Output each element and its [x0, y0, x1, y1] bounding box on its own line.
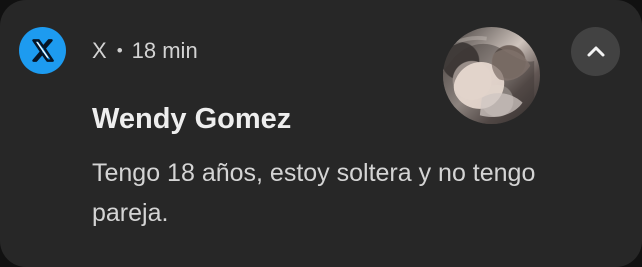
- notification-card[interactable]: X • 18 min Wendy Gomez Tengo 18 años, es…: [0, 0, 642, 267]
- notification-time: 18 min: [131, 38, 198, 63]
- notification-header: X • 18 min: [92, 37, 198, 65]
- notification-message: Tengo 18 años, estoy soltera y no tengo …: [92, 159, 536, 227]
- header-separator: •: [116, 41, 123, 60]
- chevron-up-icon: [587, 46, 604, 56]
- collapse-button[interactable]: [571, 27, 620, 76]
- x-logo-icon: [32, 39, 54, 62]
- sender-name: Wendy Gomez: [92, 103, 292, 135]
- x-app-icon: [19, 27, 66, 74]
- app-name: X: [92, 38, 107, 63]
- avatar-photo: [443, 36, 535, 124]
- sender-avatar: [443, 27, 540, 124]
